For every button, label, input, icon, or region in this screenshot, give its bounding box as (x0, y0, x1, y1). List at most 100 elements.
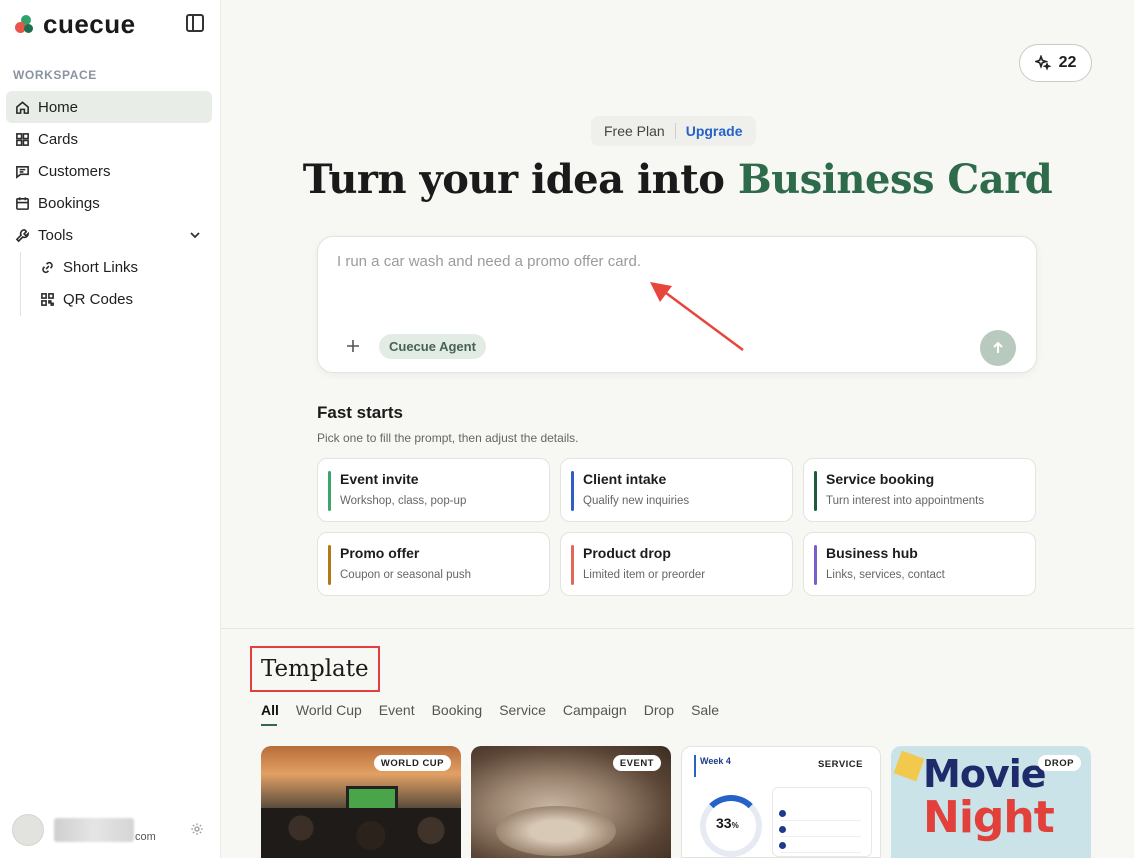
fast-starts-subtitle: Pick one to fill the prompt, then adjust… (317, 431, 579, 445)
fast-start-business-hub[interactable]: Business hub Links, services, contact (803, 532, 1036, 596)
fast-starts-title: Fast starts (317, 403, 403, 422)
template-card-event[interactable]: EVENT (471, 746, 671, 858)
brand-logo[interactable]: cuecue (14, 8, 136, 39)
wrench-icon (15, 228, 30, 243)
fast-start-client-intake[interactable]: Client intake Qualify new inquiries (560, 458, 793, 522)
credits-count: 22 (1058, 54, 1077, 71)
plan-divider (674, 123, 676, 139)
plan-current: Free Plan (604, 123, 665, 139)
tab-event[interactable]: Event (379, 702, 415, 726)
section-divider (221, 628, 1134, 629)
fast-start-name: Client intake (583, 471, 667, 487)
tab-sale[interactable]: Sale (691, 702, 719, 726)
accent-bar (814, 545, 817, 585)
calendar-icon (15, 196, 30, 211)
sidebar-item-label: Customers (38, 162, 111, 180)
fast-start-name: Business hub (826, 545, 918, 561)
tab-service[interactable]: Service (499, 702, 546, 726)
prompt-box: Cuecue Agent (317, 236, 1037, 373)
tab-all[interactable]: All (261, 702, 279, 726)
template-tag: DROP (1037, 755, 1081, 771)
gear-icon[interactable] (190, 822, 204, 836)
plan-indicator: Free Plan Upgrade (591, 116, 756, 146)
sidebar-item-label: Cards (38, 130, 79, 148)
upgrade-link[interactable]: Upgrade (686, 123, 743, 139)
avatar (12, 814, 44, 846)
tab-booking[interactable]: Booking (432, 702, 483, 726)
credits-button[interactable]: 22 (1019, 44, 1092, 82)
link-icon (40, 260, 55, 275)
template-thumbnail (496, 806, 616, 856)
star-icon (893, 750, 925, 782)
home-icon (15, 100, 30, 115)
template-section-title: Template (261, 656, 369, 682)
sidebar-item-customers[interactable]: Customers (6, 155, 212, 187)
template-tabs: All World Cup Event Booking Service Camp… (261, 702, 736, 726)
fast-start-desc: Turn interest into appointments (826, 495, 985, 507)
accent-bar (571, 545, 574, 585)
qr-code-icon (40, 292, 55, 307)
fast-start-service-booking[interactable]: Service booking Turn interest into appoi… (803, 458, 1036, 522)
logo-icon (14, 13, 36, 35)
user-domain: com (135, 831, 156, 843)
chevron-down-icon[interactable] (188, 228, 202, 242)
fast-start-name: Product drop (583, 545, 671, 561)
sidebar-item-bookings[interactable]: Bookings (6, 187, 212, 219)
template-headline: Movie (923, 752, 1046, 796)
sidebar-item-qr-codes[interactable]: QR Codes (31, 283, 212, 315)
template-card-world-cup[interactable]: WORLD CUP (261, 746, 461, 858)
grid-icon (15, 132, 30, 147)
message-icon (15, 164, 30, 179)
fast-start-name: Promo offer (340, 545, 420, 561)
fast-start-name: Service booking (826, 471, 935, 487)
page-title-prefix: Turn your idea into (302, 156, 738, 203)
progress-percent: 33% (716, 815, 739, 831)
accent-bar (328, 471, 331, 511)
sidebar-toggle-icon[interactable] (186, 14, 204, 32)
fast-start-desc: Links, services, contact (826, 569, 945, 581)
submenu-guide-line (20, 252, 21, 316)
fast-start-desc: Workshop, class, pop-up (340, 495, 467, 507)
sidebar-item-label: Home (38, 98, 79, 116)
fast-start-promo-offer[interactable]: Promo offer Coupon or seasonal push (317, 532, 550, 596)
tab-campaign[interactable]: Campaign (563, 702, 627, 726)
page-title-accent: Business Card (737, 156, 1053, 203)
sidebar: cuecue WORKSPACE Home Cards Customers Bo… (0, 0, 221, 858)
plus-icon[interactable] (346, 339, 360, 353)
fast-start-product-drop[interactable]: Product drop Limited item or preorder (560, 532, 793, 596)
sparkle-icon (1034, 55, 1051, 71)
sidebar-item-label: Bookings (38, 194, 100, 212)
agent-chip[interactable]: Cuecue Agent (379, 334, 486, 359)
tab-world-cup[interactable]: World Cup (296, 702, 362, 726)
accent-bar (694, 755, 696, 777)
fast-start-event-invite[interactable]: Event invite Workshop, class, pop-up (317, 458, 550, 522)
arrow-up-icon (993, 341, 1003, 353)
sidebar-item-short-links[interactable]: Short Links (31, 251, 212, 283)
template-headline: Night (923, 792, 1055, 843)
sidebar-item-home[interactable]: Home (6, 91, 212, 123)
fast-start-name: Event invite (340, 471, 419, 487)
page-title: Turn your idea into Business Card (221, 156, 1134, 203)
sidebar-item-label: Tools (38, 226, 74, 244)
sidebar-item-cards[interactable]: Cards (6, 123, 212, 155)
template-tag: WORLD CUP (373, 755, 451, 771)
section-label-workspace: WORKSPACE (13, 68, 97, 82)
sidebar-item-label: Short Links (63, 258, 139, 276)
fast-start-desc: Coupon or seasonal push (340, 569, 472, 581)
prompt-input[interactable] (337, 253, 997, 313)
template-week-label: Week 4 (700, 756, 731, 766)
sidebar-item-label: QR Codes (63, 290, 134, 308)
send-button[interactable] (980, 330, 1016, 366)
template-card-service[interactable]: Week 4 33% SERVICE (681, 746, 881, 858)
template-tag: EVENT (612, 755, 661, 771)
fast-start-desc: Qualify new inquiries (583, 495, 690, 507)
template-thumbnail (261, 808, 461, 858)
sidebar-item-tools[interactable]: Tools (6, 219, 212, 251)
user-account[interactable]: com (12, 814, 212, 846)
tab-drop[interactable]: Drop (644, 702, 674, 726)
template-card-drop[interactable]: Movie Night DROP (891, 746, 1091, 858)
accent-bar (571, 471, 574, 511)
fast-start-desc: Limited item or preorder (583, 569, 706, 581)
brand-name: cuecue (43, 8, 136, 39)
template-thumbnail (772, 787, 872, 857)
